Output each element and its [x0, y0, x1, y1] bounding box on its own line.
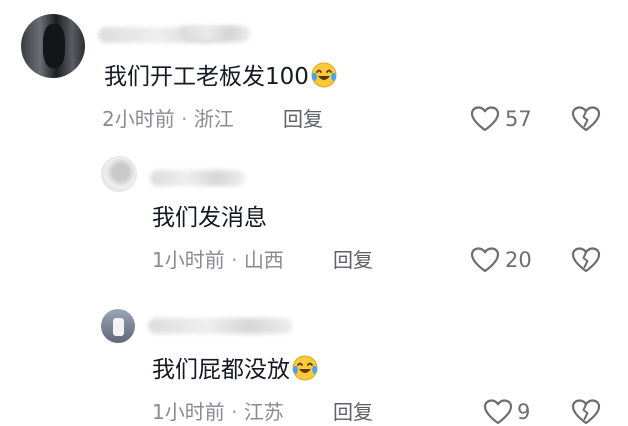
- reply-comment-text: 我们发消息: [152, 205, 267, 231]
- meta-separator: ·: [181, 107, 188, 131]
- laughing-crying-emoji: [311, 62, 337, 88]
- heart-icon[interactable]: [470, 105, 500, 133]
- reply-username-blurred[interactable]: [148, 318, 293, 334]
- reply-comment-meta: 1小时前 · 江苏: [152, 400, 284, 424]
- comment-location: 江苏: [243, 400, 284, 424]
- like-count: 9: [517, 400, 531, 424]
- username-tag-blurred: [180, 26, 250, 40]
- comment-meta: 2小时前 · 浙江: [102, 107, 234, 131]
- reply-avatar[interactable]: [101, 156, 137, 192]
- like-count: 20: [505, 248, 532, 272]
- reply-username-blurred[interactable]: [150, 170, 245, 186]
- reply-button[interactable]: 回复: [333, 400, 373, 424]
- laughing-crying-emoji: [292, 355, 318, 381]
- reply-avatar[interactable]: [101, 309, 135, 343]
- reply-comment-text: 我们屁都没放: [152, 354, 319, 384]
- comment-time: 1小时前: [152, 400, 225, 424]
- comment-location: 山西: [243, 248, 284, 272]
- like-count: 57: [505, 107, 532, 131]
- comment-text-content: 我们屁都没放: [152, 357, 290, 383]
- comment-text-content: 我们开工老板发100: [104, 64, 309, 90]
- heart-icon[interactable]: [483, 398, 513, 426]
- comment-text: 我们开工老板发100: [104, 61, 338, 91]
- avatar[interactable]: [21, 14, 85, 78]
- comment-location: 浙江: [193, 107, 234, 131]
- heart-icon[interactable]: [470, 246, 500, 274]
- comment-time: 2小时前: [102, 107, 175, 131]
- reply-button[interactable]: 回复: [333, 248, 373, 272]
- meta-separator: ·: [231, 248, 238, 272]
- reply-comment-meta: 1小时前 · 山西: [152, 248, 284, 272]
- dislike-broken-heart-icon[interactable]: [571, 246, 601, 274]
- dislike-broken-heart-icon[interactable]: [571, 105, 601, 133]
- reply-button[interactable]: 回复: [283, 107, 323, 131]
- meta-separator: ·: [231, 400, 238, 424]
- comment-time: 1小时前: [152, 248, 225, 272]
- dislike-broken-heart-icon[interactable]: [571, 398, 601, 426]
